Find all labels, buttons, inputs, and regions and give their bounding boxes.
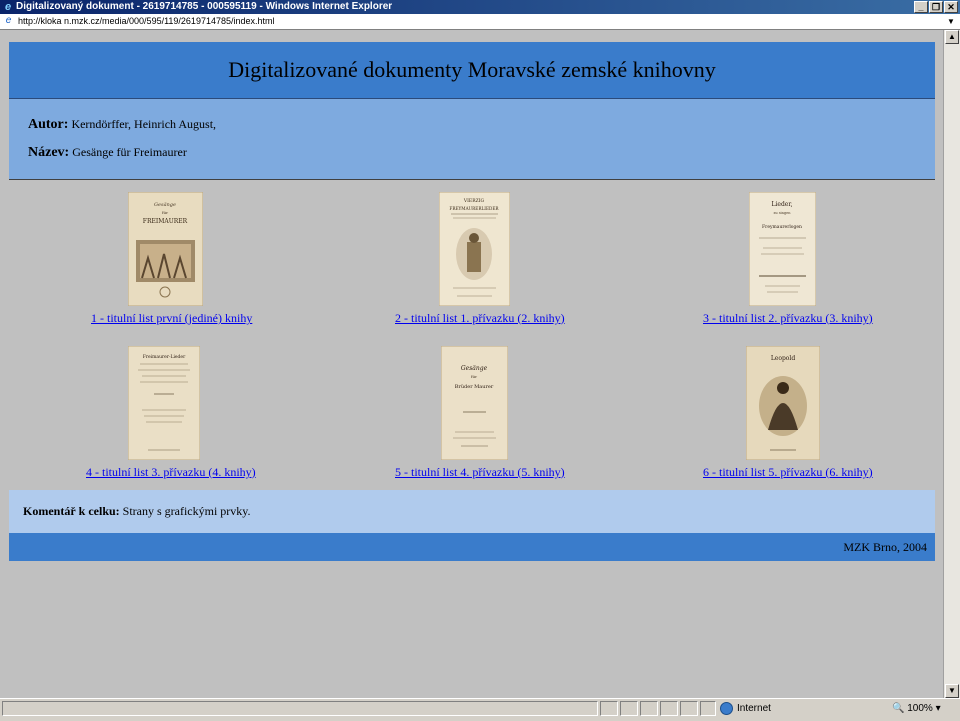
status-cell — [660, 701, 678, 716]
thumbnail-6-caption: Leopold — [771, 355, 796, 362]
thumbnail-6-image[interactable]: Leopold — [746, 346, 820, 460]
scroll-up-icon[interactable]: ▲ — [945, 30, 959, 44]
status-text-cell — [2, 701, 598, 716]
author-value: Kerndörffer, Heinrich August, — [71, 117, 217, 131]
page-title: Digitalizované dokumenty Moravské zemské… — [228, 57, 716, 82]
globe-icon — [720, 702, 733, 715]
ie-icon: e — [4, 1, 12, 13]
thumbnail-2-image[interactable]: VIERZIG FREYMAURERLIEDER — [439, 192, 510, 306]
thumbnail-3-link[interactable]: 3 - titulní list 2. přívazku (3. knihy) — [703, 311, 873, 326]
svg-text:für: für — [162, 210, 168, 215]
address-bar[interactable]: e http://kloka n.mzk.cz/media/000/595/11… — [0, 14, 960, 30]
svg-text:Lieder,: Lieder, — [772, 201, 793, 208]
thumbnail-5-image[interactable]: Gesänge für Brüder Maurer — [441, 346, 508, 460]
thumbnail-3-caption: Freymaurerlogen — [762, 224, 802, 230]
status-cell — [680, 701, 698, 716]
chevron-down-icon[interactable]: ▼ — [945, 14, 957, 28]
status-cell — [620, 701, 638, 716]
zoom-control[interactable]: 🔍 100% ▾ — [892, 702, 941, 716]
title-row: Název: Gesänge für Freimaurer — [28, 145, 187, 161]
vertical-scrollbar[interactable]: ▲ ▼ — [943, 30, 960, 698]
address-url[interactable]: http://kloka n.mzk.cz/media/000/595/119/… — [18, 14, 275, 29]
author-row: Autor: Kerndörffer, Heinrich August, — [28, 117, 216, 133]
zoom-icon: 🔍 — [892, 703, 905, 714]
thumbnail-1-link[interactable]: 1 - titulní list první (jediné) knihy — [91, 311, 252, 326]
thumbnail-2-caption: FREYMAURERLIEDER — [449, 206, 499, 211]
thumbnail-4-caption: Freimaurer-Lieder — [143, 354, 186, 360]
comment-panel: Komentář k celku: Strany s grafickými pr… — [9, 490, 935, 533]
window-titlebar: e Digitalizovaný dokument - 2619714785 -… — [0, 0, 960, 14]
security-zone[interactable]: Internet — [720, 702, 771, 716]
zone-label: Internet — [737, 703, 771, 715]
thumbnail-1-caption: FREIMAURER — [143, 218, 188, 225]
minimize-button[interactable]: _ — [914, 1, 928, 13]
chevron-down-icon: ▾ — [935, 703, 941, 714]
page-content: Digitalizované dokumenty Moravské zemské… — [0, 30, 943, 698]
footer-text: MZK Brno, 2004 — [843, 540, 927, 554]
svg-text:für: für — [471, 374, 477, 379]
svg-text:Gesänge: Gesänge — [154, 202, 176, 208]
svg-text:zu singen: zu singen — [774, 211, 792, 215]
author-label: Autor: — [28, 117, 69, 132]
comment-value: Strany s grafickými prvky. — [122, 504, 251, 518]
status-cell — [700, 701, 716, 716]
page-footer: MZK Brno, 2004 — [9, 533, 935, 561]
thumbnail-4-link[interactable]: 4 - titulní list 3. přívazku (4. knihy) — [86, 465, 256, 480]
thumbnail-5-caption: Brüder Maurer — [455, 384, 494, 390]
svg-text:VIERZIG: VIERZIG — [463, 198, 485, 204]
thumbnail-1-image[interactable]: Gesänge für FREIMAURER — [128, 192, 203, 306]
close-button[interactable]: ✕ — [944, 1, 958, 13]
thumbnail-3-image[interactable]: Lieder, zu singen Freymaurerlogen — [749, 192, 816, 306]
thumbnail-6-link[interactable]: 6 - titulní list 5. přívazku (6. knihy) — [703, 465, 873, 480]
comment-label: Komentář k celku: — [23, 504, 120, 518]
page-header: Digitalizované dokumenty Moravské zemské… — [9, 42, 935, 99]
thumbnail-5-link[interactable]: 5 - titulní list 4. přívazku (5. knihy) — [395, 465, 565, 480]
status-cell — [640, 701, 658, 716]
restore-button[interactable]: ❐ — [929, 1, 943, 13]
thumbnail-4-image[interactable]: Freimaurer-Lieder — [128, 346, 200, 460]
zoom-level: 100% — [907, 703, 933, 714]
page-icon: e — [5, 15, 12, 26]
thumbnail-2-link[interactable]: 2 - titulní list 1. přívazku (2. knihy) — [395, 311, 565, 326]
metadata-panel: Autor: Kerndörffer, Heinrich August, Náz… — [9, 99, 935, 180]
title-label: Název: — [28, 145, 70, 160]
status-bar: Internet 🔍 100% ▾ — [0, 698, 960, 721]
status-cell — [600, 701, 618, 716]
svg-text:Gesänge: Gesänge — [461, 365, 488, 372]
scroll-down-icon[interactable]: ▼ — [945, 684, 959, 698]
title-value: Gesänge für Freimaurer — [72, 145, 187, 159]
window-title: Digitalizovaný dokument - 2619714785 - 0… — [16, 1, 393, 12]
